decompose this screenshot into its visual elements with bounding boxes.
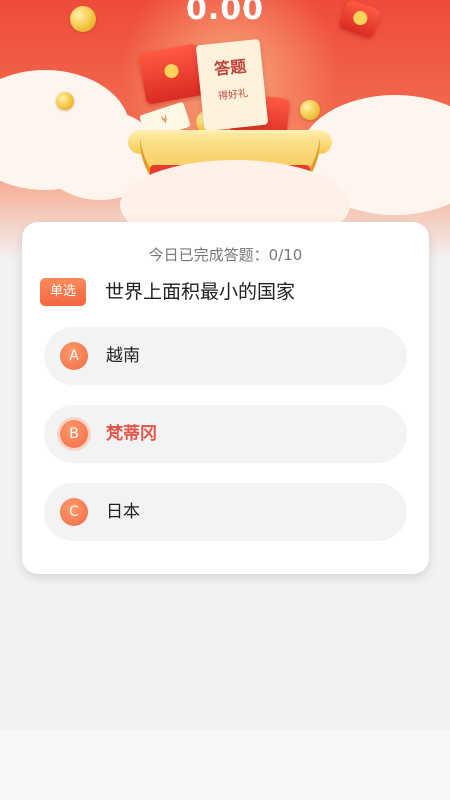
option-b[interactable]: B 梵蒂冈: [44, 405, 407, 463]
daily-progress-text: 今日已完成答题：0/10: [148, 246, 303, 264]
option-label: 越南: [106, 346, 140, 366]
coin-icon: [70, 6, 96, 32]
option-letter-badge: A: [60, 342, 88, 370]
option-a[interactable]: A 越南: [44, 327, 407, 385]
quiz-card: 今日已完成答题：0/10 单选 世界上面积最小的国家 A 越南 B 梵蒂冈 C …: [22, 222, 429, 574]
option-label: 日本: [106, 502, 140, 522]
reward-amount: 0.00: [185, 0, 265, 27]
ticket-subtitle: 得好礼: [217, 88, 249, 103]
quiz-ticket-badge: 答题 得好礼: [195, 38, 269, 132]
question-text: 世界上面积最小的国家: [105, 281, 296, 303]
coin-icon: [56, 92, 74, 110]
coin-icon: [300, 100, 320, 120]
ticket-title: 答题: [213, 56, 248, 79]
option-letter-badge: B: [60, 420, 88, 448]
option-label: 梵蒂冈: [106, 424, 157, 444]
hero-banner: 0.00 ¥ 答题 得好礼: [0, 0, 450, 260]
option-c[interactable]: C 日本: [44, 483, 407, 541]
option-letter-badge: C: [60, 498, 88, 526]
bottom-area: [0, 730, 450, 800]
question-type-badge: 单选: [40, 278, 86, 306]
